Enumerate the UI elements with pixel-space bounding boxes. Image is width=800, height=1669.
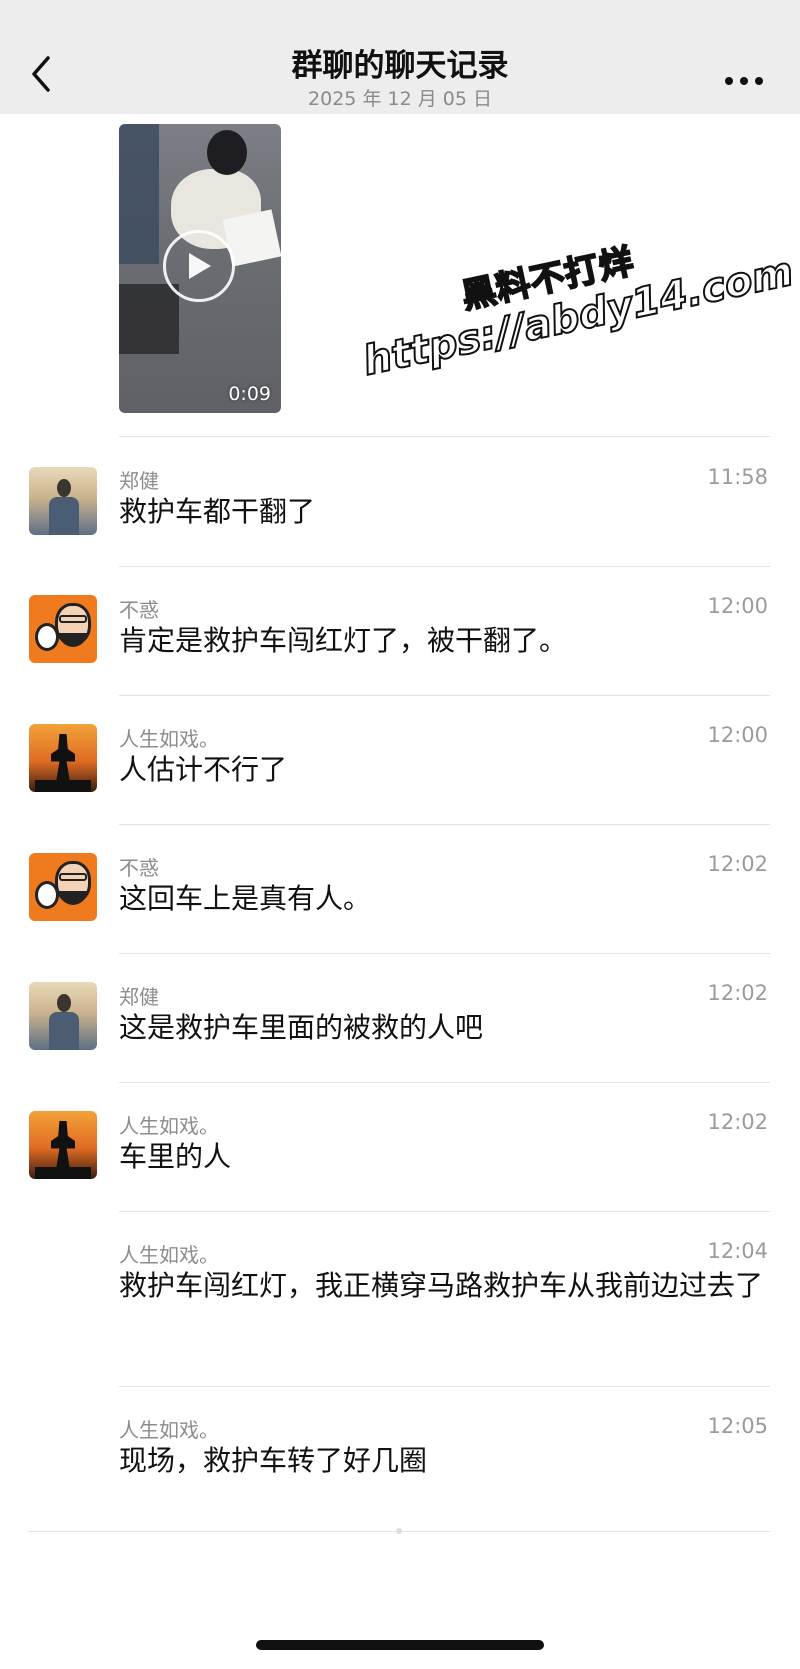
message-row[interactable]: 郑健 12:02 这是救护车里面的被救的人吧 bbox=[0, 954, 800, 1082]
video-thumbnail-shape bbox=[119, 284, 179, 354]
more-icon bbox=[725, 77, 763, 85]
back-button[interactable] bbox=[26, 54, 56, 94]
page-date: 2025 年 12 月 05 日 bbox=[308, 88, 492, 110]
avatar-shape bbox=[57, 479, 71, 497]
video-thumbnail-shape bbox=[207, 130, 247, 175]
play-icon bbox=[189, 253, 211, 279]
message-text: 肯定是救护车闯红灯了，被干翻了。 bbox=[119, 624, 568, 657]
avatar-shape bbox=[59, 891, 87, 905]
play-button[interactable] bbox=[163, 230, 235, 302]
avatar[interactable] bbox=[29, 853, 97, 921]
avatar-shape bbox=[51, 734, 75, 784]
message-text: 救护车闯红灯，我正横穿马路救护车从我前边过去了 bbox=[119, 1269, 764, 1302]
avatar-shape bbox=[49, 497, 79, 535]
avatar-shape bbox=[59, 873, 87, 881]
message-row[interactable]: 人生如戏。 12:00 人估计不行了 bbox=[0, 696, 800, 824]
avatar[interactable] bbox=[29, 467, 97, 535]
chevron-left-icon bbox=[32, 56, 50, 92]
message-row[interactable]: 郑健 11:58 救护车都干翻了 bbox=[0, 437, 800, 566]
avatar[interactable] bbox=[29, 1111, 97, 1179]
message-text: 人估计不行了 bbox=[119, 753, 288, 786]
navigation-bar: 群聊的聊天记录 2025 年 12 月 05 日 bbox=[0, 14, 800, 114]
home-indicator[interactable] bbox=[256, 1640, 544, 1650]
avatar[interactable] bbox=[29, 595, 97, 663]
watermark: 黑料不打烊 https://abdy14.com bbox=[345, 184, 800, 412]
avatar-shape bbox=[35, 1167, 91, 1179]
video-duration: 0:09 bbox=[228, 383, 271, 405]
message-row[interactable]: 不惑 12:00 肯定是救护车闯红灯了，被干翻了。 bbox=[0, 567, 800, 695]
avatar-shape bbox=[59, 615, 87, 623]
end-marker bbox=[396, 1528, 402, 1534]
video-message[interactable]: 0:09 bbox=[119, 124, 281, 413]
avatar-shape bbox=[49, 1012, 79, 1050]
avatar-shape bbox=[59, 633, 87, 647]
more-button[interactable] bbox=[722, 66, 766, 96]
message-text: 这是救护车里面的被救的人吧 bbox=[119, 1011, 484, 1044]
message-row[interactable]: 不惑 12:02 这回车上是真有人。 bbox=[0, 825, 800, 953]
message-text: 这回车上是真有人。 bbox=[119, 882, 372, 915]
message-row[interactable]: 人生如戏。 12:05 现场，救护车转了好几圈 bbox=[0, 1387, 800, 1532]
page-title: 群聊的聊天记录 bbox=[291, 48, 509, 84]
avatar-shape bbox=[51, 1121, 75, 1171]
avatar-shape bbox=[57, 994, 71, 1012]
message-row[interactable]: 人生如戏。 12:02 车里的人 bbox=[0, 1083, 800, 1211]
status-bar bbox=[0, 0, 800, 14]
message-text: 车里的人 bbox=[119, 1140, 232, 1173]
avatar[interactable] bbox=[29, 982, 97, 1050]
message-text: 救护车都干翻了 bbox=[119, 495, 316, 528]
avatar[interactable] bbox=[29, 724, 97, 792]
message-text: 现场，救护车转了好几圈 bbox=[119, 1444, 428, 1477]
avatar-shape bbox=[35, 780, 91, 792]
message-row[interactable]: 人生如戏。 12:04 救护车闯红灯，我正横穿马路救护车从我前边过去了 bbox=[0, 1212, 800, 1386]
video-thumbnail-shape bbox=[119, 124, 159, 264]
